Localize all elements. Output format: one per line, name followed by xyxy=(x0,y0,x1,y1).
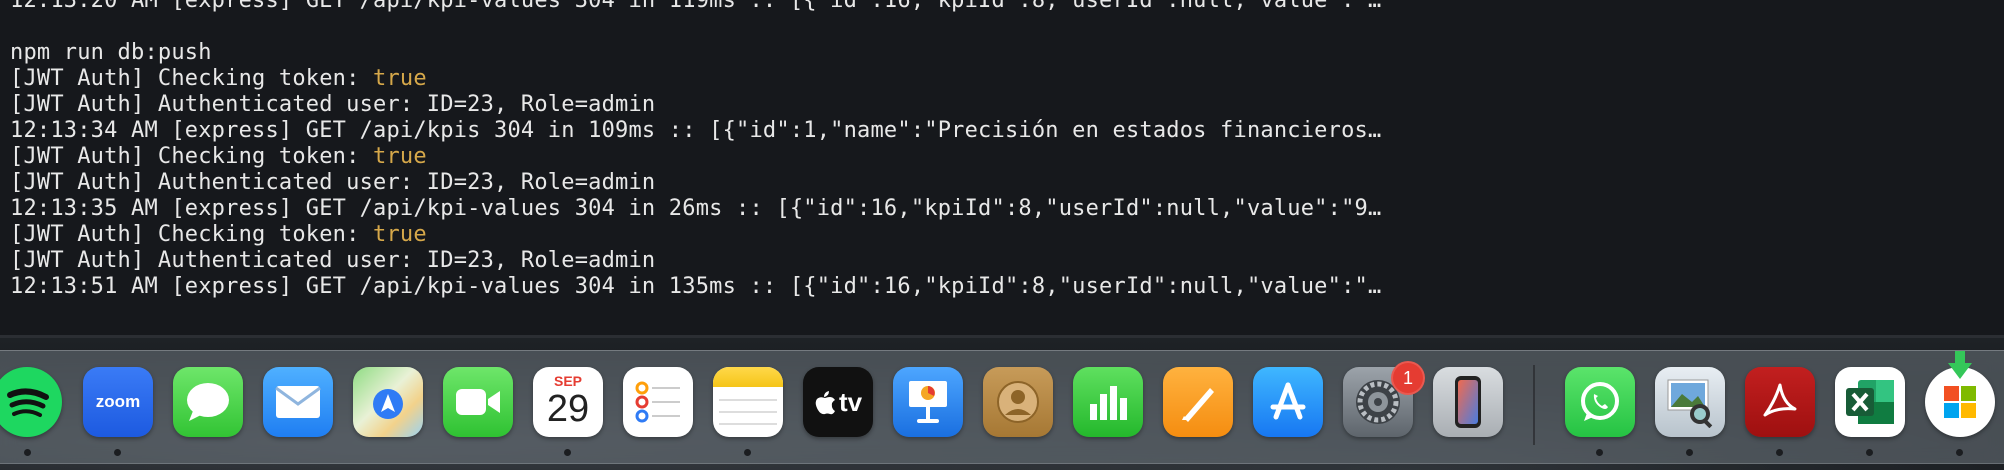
running-indicator xyxy=(24,449,31,456)
running-indicator xyxy=(114,449,121,456)
terminal-line: npm run db:push xyxy=(10,40,212,65)
download-arrow-icon xyxy=(1946,351,1974,385)
running-indicator xyxy=(1776,449,1783,456)
notes-icon[interactable] xyxy=(713,367,783,437)
iphone-mirroring-icon[interactable] xyxy=(1433,367,1503,437)
zoom-icon[interactable]: zoom xyxy=(83,367,153,437)
numbers-icon[interactable] xyxy=(1073,367,1143,437)
notification-badge: 1 xyxy=(1391,361,1425,395)
excel-icon[interactable] xyxy=(1835,367,1905,437)
dock: zoom SEP 29 tv 1 xyxy=(0,350,2004,464)
contacts-icon[interactable] xyxy=(983,367,1053,437)
running-indicator xyxy=(1956,449,1963,456)
whatsapp-icon[interactable] xyxy=(1565,367,1635,437)
terminal-line: [JWT Auth] Checking token: true xyxy=(10,66,427,91)
terminal-line: [JWT Auth] Checking token: true xyxy=(10,222,427,247)
running-indicator xyxy=(564,449,571,456)
calendar-icon[interactable]: SEP 29 xyxy=(533,367,603,437)
app-store-icon[interactable] xyxy=(1253,367,1323,437)
reminders-icon[interactable] xyxy=(623,367,693,437)
calendar-day: 29 xyxy=(546,388,590,430)
terminal-line: 12:13:20 AM [express] GET /api/kpi-value… xyxy=(10,0,1382,13)
terminal-window[interactable]: 12:13:20 AM [express] GET /api/kpi-value… xyxy=(0,0,2004,335)
apple-tv-icon[interactable]: tv xyxy=(803,367,873,437)
maps-icon[interactable] xyxy=(353,367,423,437)
spotify-icon[interactable] xyxy=(0,367,62,437)
acrobat-icon[interactable] xyxy=(1745,367,1815,437)
running-indicator xyxy=(744,449,751,456)
pages-icon[interactable] xyxy=(1163,367,1233,437)
calendar-month: SEP xyxy=(553,373,582,389)
terminal-line: [JWT Auth] Authenticated user: ID=23, Ro… xyxy=(10,248,656,273)
terminal-line: 12:13:35 AM [express] GET /api/kpi-value… xyxy=(10,196,1382,221)
preview-icon[interactable] xyxy=(1655,367,1725,437)
facetime-icon[interactable] xyxy=(443,367,513,437)
terminal-line: [JWT Auth] Checking token: true xyxy=(10,144,427,169)
keynote-icon[interactable] xyxy=(893,367,963,437)
zoom-label: zoom xyxy=(95,392,141,411)
terminal-line: 12:13:51 AM [express] GET /api/kpi-value… xyxy=(10,274,1382,299)
dock-divider xyxy=(1533,365,1535,445)
mail-icon[interactable] xyxy=(263,367,333,437)
running-indicator xyxy=(1596,449,1603,456)
terminal-output: 12:13:20 AM [express] GET /api/kpi-value… xyxy=(10,0,1381,300)
running-indicator xyxy=(1866,449,1873,456)
running-indicator xyxy=(1686,449,1693,456)
messages-icon[interactable] xyxy=(173,367,243,437)
terminal-line: 12:13:34 AM [express] GET /api/kpis 304 … xyxy=(10,118,1382,143)
tv-label: tv xyxy=(838,386,863,417)
terminal-line: [JWT Auth] Authenticated user: ID=23, Ro… xyxy=(10,170,656,195)
terminal-line: [JWT Auth] Authenticated user: ID=23, Ro… xyxy=(10,92,656,117)
